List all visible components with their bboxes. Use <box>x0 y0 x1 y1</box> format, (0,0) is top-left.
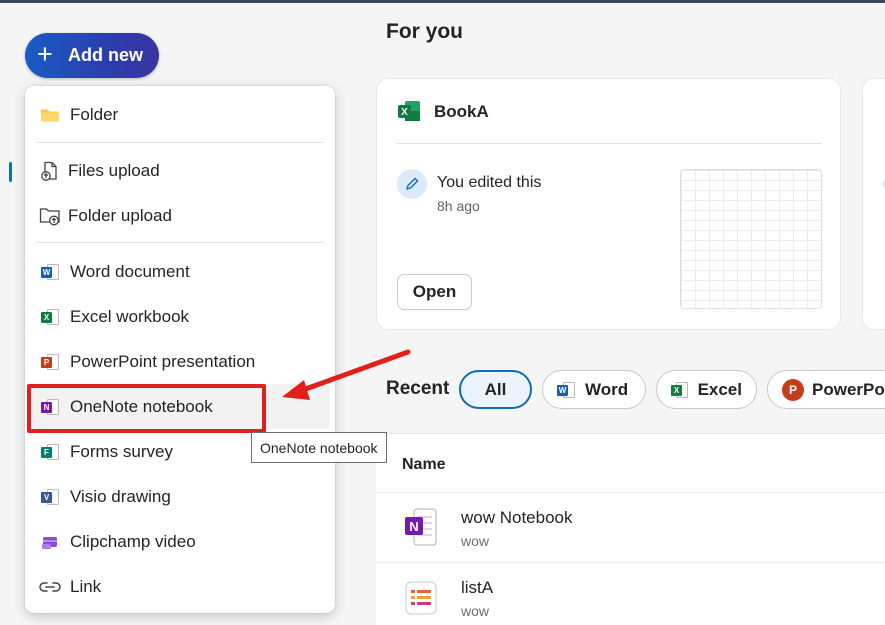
menu-item-label: Folder <box>70 104 119 124</box>
excel-icon: X <box>397 100 420 122</box>
list-item[interactable]: N wow Notebook wow <box>376 493 885 562</box>
recommended-file-card-partial[interactable] <box>862 78 885 330</box>
folder-upload-icon <box>39 206 61 226</box>
menu-item-label: Files upload <box>68 160 160 180</box>
powerpoint-icon: P <box>39 352 61 372</box>
recommended-file-card[interactable]: X BookA You edited this 8h ago Open <box>376 78 841 330</box>
file-name[interactable]: wow Notebook <box>461 508 573 528</box>
menu-item-label: Forms survey <box>70 441 173 461</box>
menu-item-label: Visio drawing <box>70 486 171 506</box>
menu-item-files-upload[interactable]: Files upload <box>25 148 335 193</box>
file-location: wow <box>461 603 490 619</box>
chip-label: Word <box>585 379 629 399</box>
svg-text:X: X <box>401 107 408 118</box>
svg-text:N: N <box>409 519 418 534</box>
folder-icon <box>39 105 61 125</box>
file-location: wow <box>461 533 490 549</box>
onenote-file-icon: N <box>403 507 439 549</box>
menu-item-label: Excel workbook <box>70 306 190 326</box>
add-new-button[interactable]: + Add new <box>25 33 159 78</box>
pencil-icon <box>397 169 427 199</box>
filter-chip-excel[interactable]: X Excel <box>656 370 757 409</box>
activity-text: You edited this <box>437 174 542 191</box>
visio-icon: V <box>39 487 61 507</box>
word-icon: W <box>39 262 61 282</box>
card-title[interactable]: BookA <box>434 102 489 122</box>
section-title: For you <box>386 20 463 43</box>
menu-item-link[interactable]: Link <box>25 564 335 609</box>
excel-icon: X <box>39 307 61 327</box>
filter-chip-word[interactable]: W Word <box>542 370 646 409</box>
menu-item-visio-drawing[interactable]: V Visio drawing <box>25 474 335 519</box>
list-file-icon <box>403 578 439 620</box>
activity-time: 8h ago <box>437 198 480 214</box>
add-new-label: Add new <box>68 45 143 65</box>
link-icon <box>39 577 61 597</box>
tooltip: OneNote notebook <box>251 432 387 463</box>
menu-item-folder-upload[interactable]: Folder upload <box>25 193 335 238</box>
file-upload-icon <box>39 161 61 181</box>
recent-files-list: Name N wow Notebook wow listA wow <box>376 433 885 625</box>
card-divider <box>396 143 822 144</box>
open-button[interactable]: Open <box>397 274 472 310</box>
menu-divider <box>36 142 324 143</box>
column-header-name[interactable]: Name <box>402 456 446 474</box>
highlight-box <box>27 384 266 433</box>
menu-item-label: Clipchamp video <box>70 531 196 551</box>
clipchamp-icon <box>39 532 61 552</box>
excel-icon: X <box>671 381 688 398</box>
top-bar <box>0 0 885 3</box>
chip-label: All <box>484 379 507 399</box>
word-icon: W <box>557 381 575 398</box>
forms-icon: F <box>39 442 61 462</box>
chip-label: Excel <box>697 379 742 399</box>
powerpoint-icon: P <box>782 378 804 401</box>
menu-item-label: PowerPoint presentation <box>70 351 256 371</box>
filter-chip-all[interactable]: All <box>459 370 532 409</box>
filter-chip-powerpoint[interactable]: P PowerPoi <box>767 370 885 409</box>
file-thumbnail[interactable] <box>680 169 822 309</box>
plus-icon: + <box>37 38 53 69</box>
chip-label: PowerPoi <box>812 379 885 399</box>
list-item[interactable]: listA wow <box>376 563 885 625</box>
menu-item-folder[interactable]: Folder <box>25 92 335 137</box>
menu-item-label: Word document <box>70 261 190 281</box>
menu-item-clipchamp-video[interactable]: Clipchamp video <box>25 519 335 564</box>
menu-item-label: Folder upload <box>68 205 172 225</box>
menu-item-label: Link <box>70 576 102 596</box>
annotation-arrow <box>282 349 411 400</box>
nav-selection-indicator <box>9 162 12 182</box>
menu-item-word-document[interactable]: W Word document <box>25 249 335 294</box>
menu-divider <box>36 242 324 243</box>
file-name[interactable]: listA <box>461 578 493 598</box>
menu-item-excel-workbook[interactable]: X Excel workbook <box>25 294 335 339</box>
